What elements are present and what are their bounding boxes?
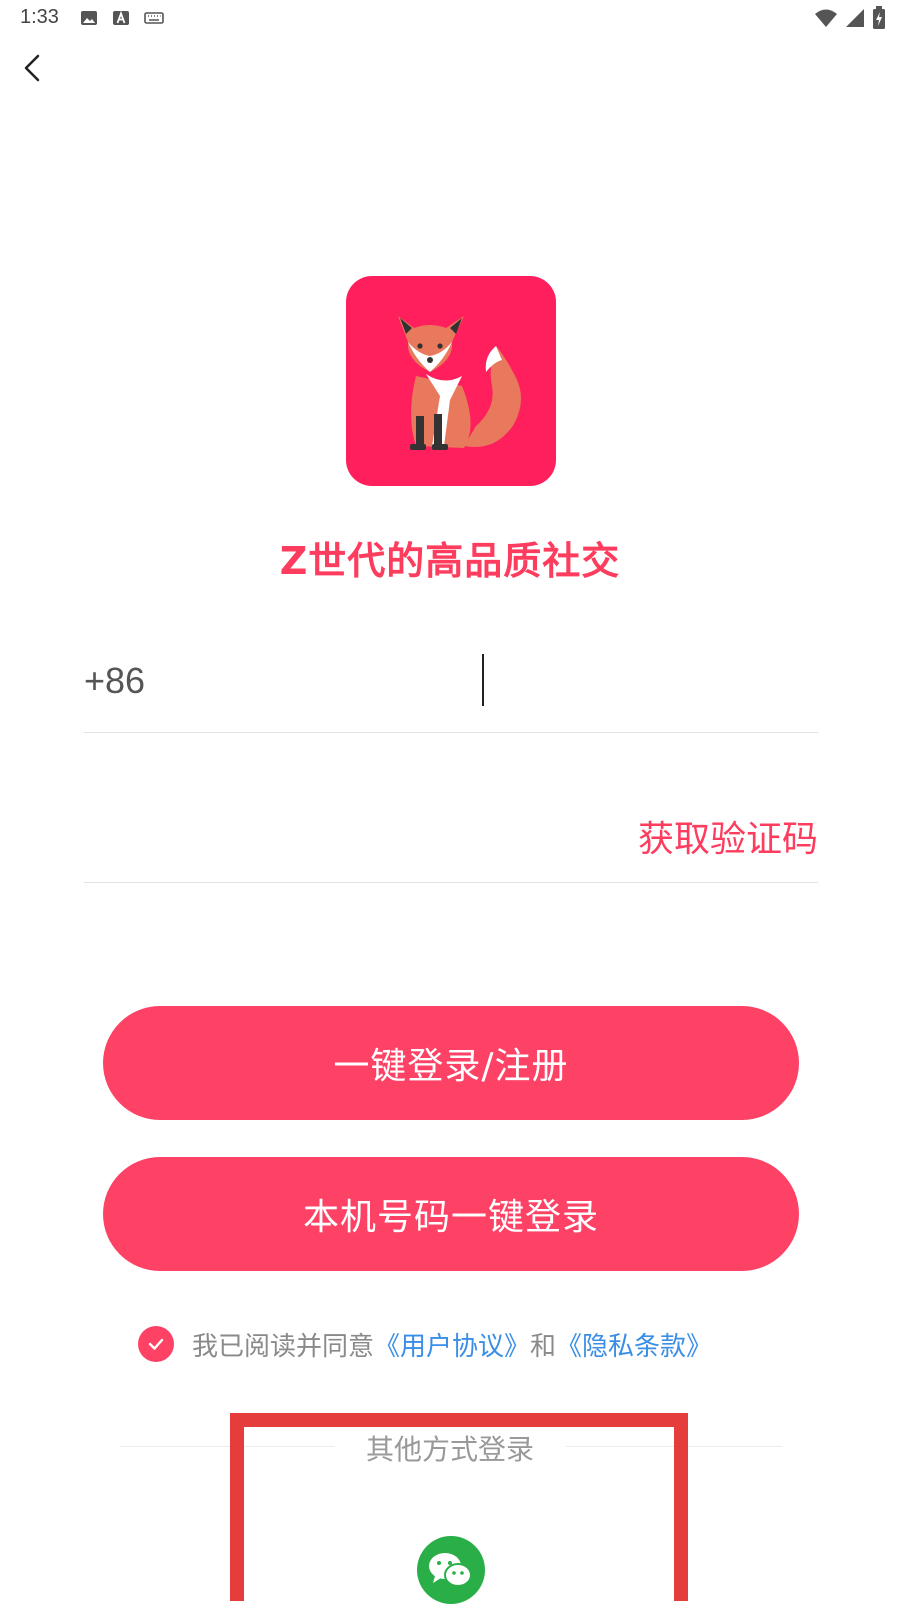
local-number-login-button[interactable]: 本机号码一键登录	[103, 1157, 799, 1271]
text-caret	[482, 654, 484, 706]
app-logo	[346, 276, 556, 486]
verification-code-input[interactable]	[84, 810, 564, 866]
fox-logo-icon	[398, 316, 521, 450]
privacy-policy-link[interactable]: 《隐私条款》	[556, 1326, 712, 1363]
wechat-icon	[429, 1553, 472, 1587]
agreement-prefix: 我已阅读并同意	[192, 1331, 375, 1362]
agreement-row: 我已阅读并同意 《用户协议》 和 《隐私条款》	[138, 1322, 712, 1366]
phone-input[interactable]	[474, 652, 814, 712]
user-agreement-link[interactable]: 《用户协议》	[374, 1326, 530, 1363]
wifi-icon	[815, 9, 837, 27]
keyboard-icon	[144, 12, 164, 24]
login-register-button[interactable]: 一键登录/注册	[103, 1006, 799, 1120]
status-time: 1:33	[20, 6, 59, 28]
country-code-selector[interactable]: +86	[84, 660, 145, 702]
phone-row: +86	[84, 640, 818, 733]
image-icon	[81, 11, 97, 25]
wechat-login-button[interactable]	[417, 1536, 485, 1604]
agreement-conjunction: 和	[530, 1331, 557, 1362]
check-icon	[148, 1338, 164, 1350]
a-icon	[113, 10, 129, 25]
back-button[interactable]	[18, 50, 50, 86]
verification-row: 获取验证码	[84, 790, 818, 883]
slogan: Z世代的高品质社交	[279, 539, 621, 583]
chevron-left-icon	[24, 54, 40, 82]
get-code-button[interactable]: 获取验证码	[638, 810, 818, 862]
status-icons	[814, 6, 886, 30]
status-bar: 1:33	[0, 0, 900, 36]
signal-icon	[846, 9, 864, 27]
agreement-checkbox[interactable]	[138, 1326, 174, 1362]
battery-icon	[873, 6, 885, 29]
